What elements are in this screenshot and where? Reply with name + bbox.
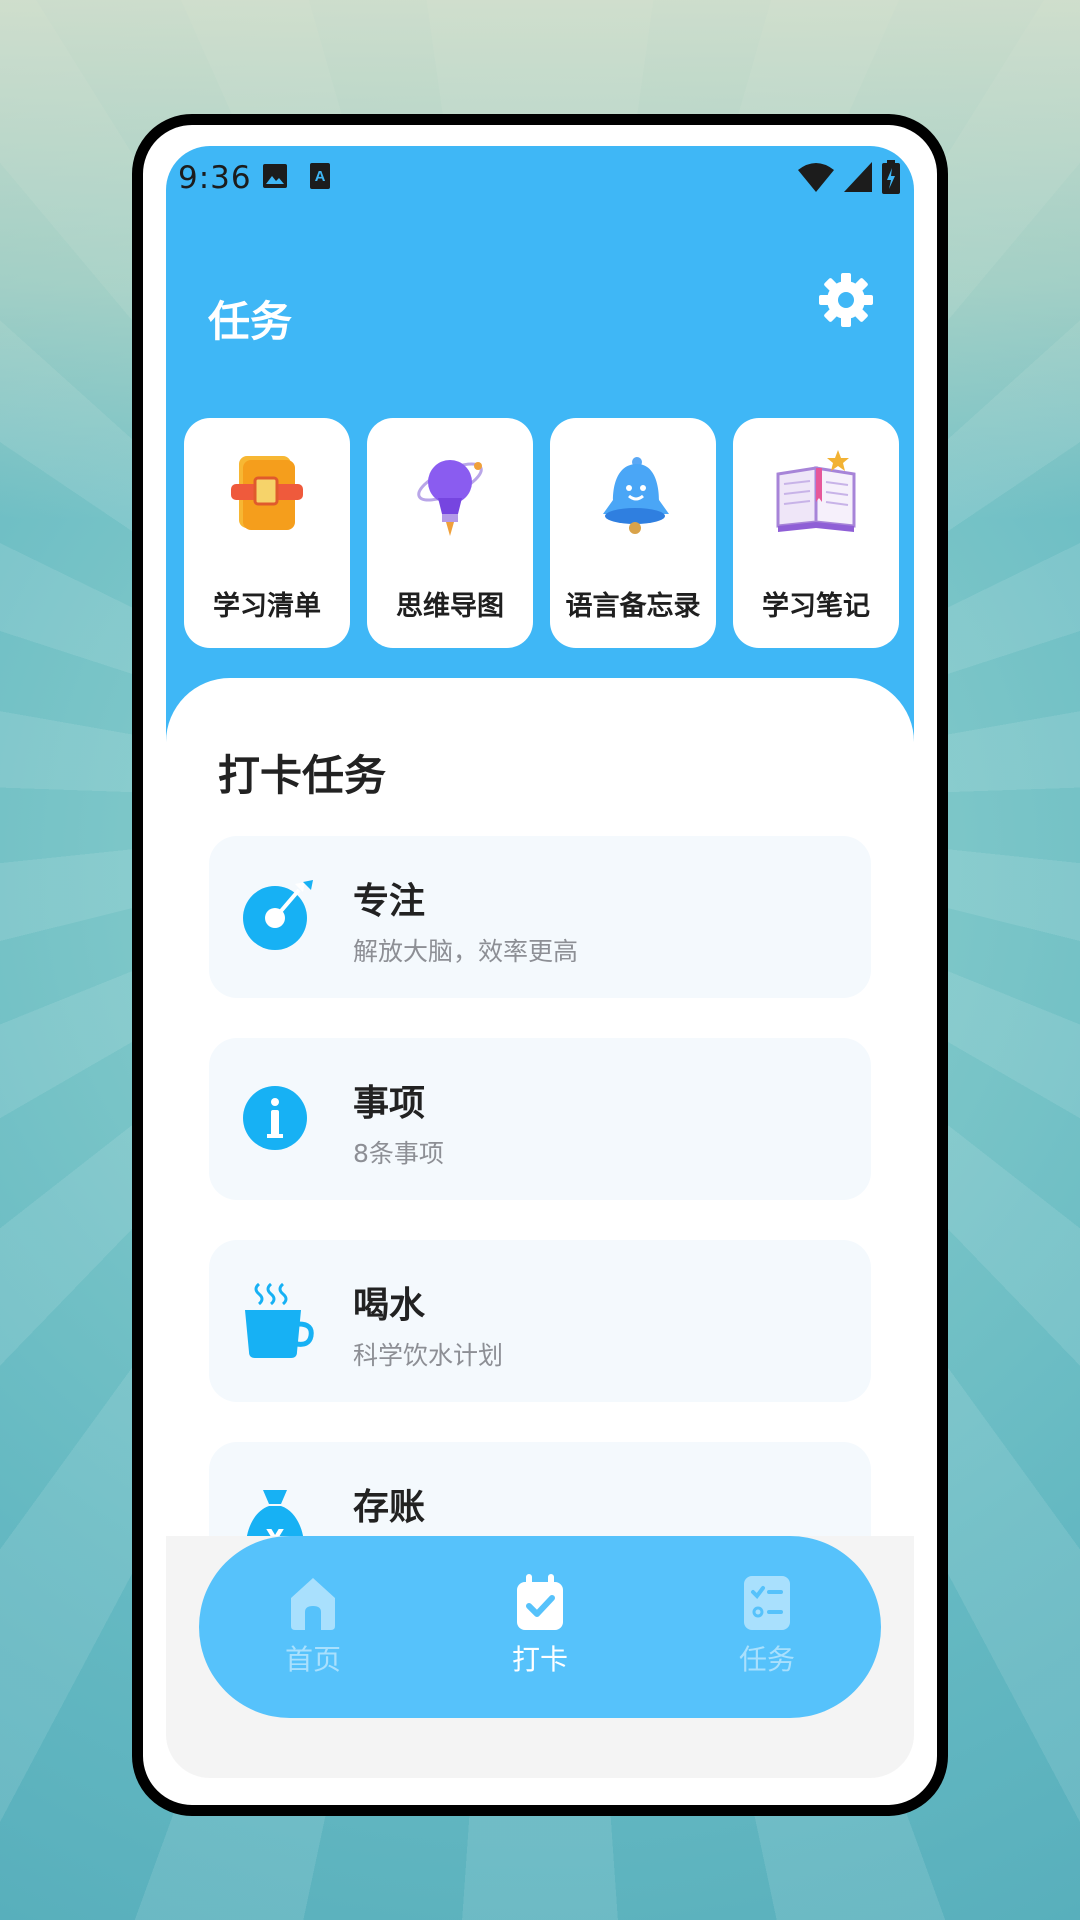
task-item-matters[interactable]: 事项 8条事项 — [209, 1038, 871, 1200]
status-bar: 9:36 A — [166, 146, 914, 210]
focus-target-icon — [243, 880, 313, 950]
card-label: 语言备忘录 — [565, 591, 701, 622]
task-name: 存账 — [353, 1487, 426, 1528]
lightbulb-icon — [417, 460, 483, 536]
card-label: 学习清单 — [213, 591, 321, 622]
section-title: 打卡任务 — [218, 751, 387, 800]
nav-tasks[interactable]: 任务 — [702, 1572, 832, 1678]
task-subtitle: 科学饮水计划 — [353, 1341, 504, 1370]
font-notification-icon: A — [310, 163, 330, 189]
task-item-focus[interactable]: 专注 解放大脑，效率更高 — [209, 836, 871, 998]
task-item-water[interactable]: 喝水 科学饮水计划 — [209, 1240, 871, 1402]
image-notification-icon — [263, 164, 287, 188]
nav-home[interactable]: 首页 — [248, 1572, 378, 1678]
nav-label: 任务 — [738, 1643, 795, 1676]
card-language-memo[interactable]: 语言备忘录 — [550, 418, 716, 648]
battery-icon — [882, 160, 900, 194]
notebook-icon — [776, 450, 856, 532]
calendar-check-icon — [517, 1574, 563, 1630]
app-screen: 9:36 A 任务 学习清单 思维导图 语言备忘录 学习笔记 打卡任务 专注 解… — [166, 146, 914, 1778]
bell-icon — [603, 457, 669, 534]
task-name: 专注 — [353, 881, 426, 922]
task-name: 事项 — [353, 1083, 426, 1124]
signal-icon — [844, 162, 872, 192]
bottom-navigation: 首页 打卡 任务 — [199, 1536, 881, 1718]
wifi-icon — [798, 163, 834, 192]
nav-label: 首页 — [284, 1643, 341, 1676]
nav-checkin[interactable]: 打卡 — [475, 1572, 605, 1678]
card-study-list[interactable]: 学习清单 — [184, 418, 350, 648]
page-title: 任务 — [208, 297, 293, 346]
home-icon — [291, 1578, 335, 1630]
info-icon — [243, 1086, 307, 1150]
card-mind-map[interactable]: 思维导图 — [367, 418, 533, 648]
book-icon — [231, 456, 303, 530]
status-time: 9:36 — [178, 160, 252, 196]
task-subtitle: 8条事项 — [353, 1139, 444, 1168]
task-subtitle: 解放大脑，效率更高 — [353, 937, 579, 966]
gear-icon[interactable] — [818, 272, 874, 328]
card-study-notes[interactable]: 学习笔记 — [733, 418, 899, 648]
task-name: 喝水 — [353, 1285, 426, 1326]
nav-label: 打卡 — [511, 1643, 568, 1676]
quick-cards: 学习清单 思维导图 语言备忘录 学习笔记 — [184, 418, 900, 648]
card-label: 学习笔记 — [762, 591, 870, 622]
svg-text:A: A — [315, 168, 326, 185]
card-label: 思维导图 — [396, 591, 504, 622]
checklist-icon — [744, 1576, 790, 1630]
cup-icon — [245, 1282, 314, 1358]
